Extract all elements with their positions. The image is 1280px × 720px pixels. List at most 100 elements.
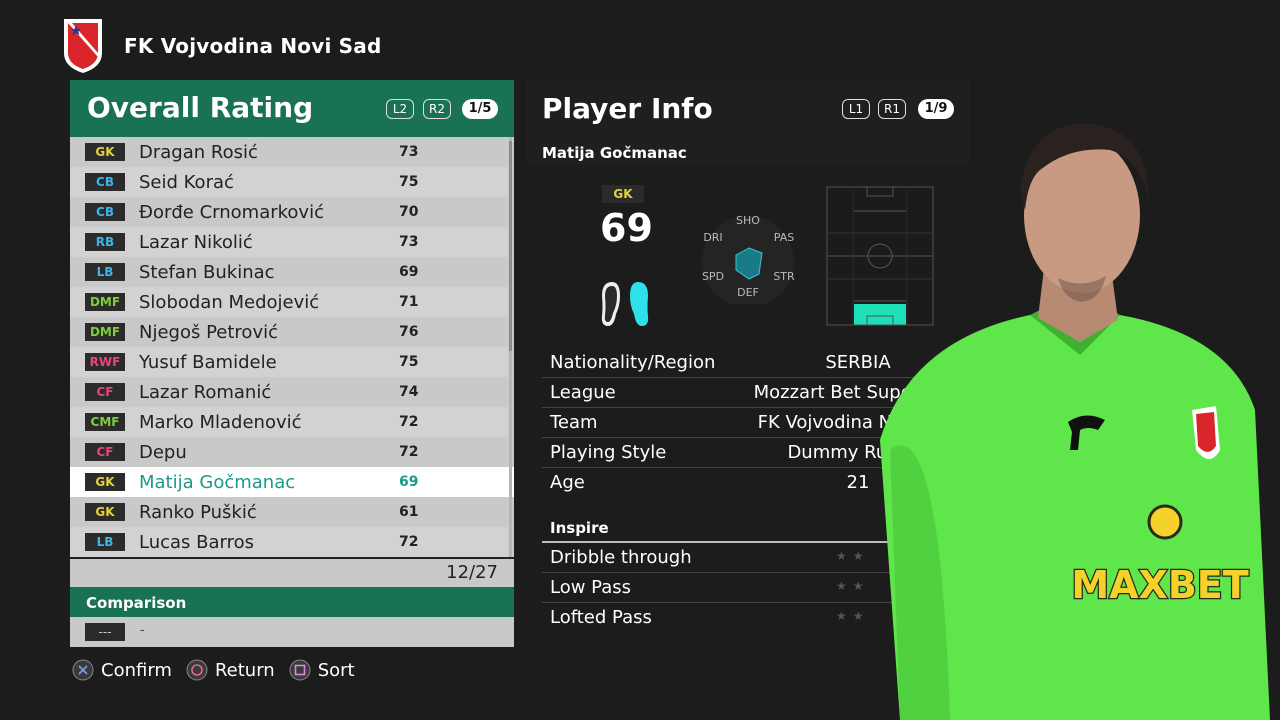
comparison-badge: --- [85, 623, 125, 641]
l2-button[interactable]: L2 [386, 99, 414, 119]
player-row[interactable]: CF Depu 72 [70, 437, 508, 467]
player-name: Dragan Rosić [139, 141, 258, 163]
inspire-title: Inspire [550, 519, 609, 537]
position-badge: RWF [85, 353, 125, 371]
player-row[interactable]: LB Stefan Bukinac 69 [70, 257, 508, 287]
comparison-value: - [140, 623, 145, 638]
club-header: FK Vojvodina Novi Sad [62, 17, 382, 75]
comparison-row[interactable]: --- - [70, 617, 514, 647]
inspire-label: Low Pass [550, 577, 631, 598]
player-rating: 61 [399, 504, 419, 520]
player-info-title: Player Info [542, 92, 713, 125]
position-badge: CF [85, 383, 125, 401]
player-count-bar: 12/27 [70, 557, 514, 587]
player-rating: 76 [399, 324, 419, 340]
square-button-icon [289, 659, 311, 681]
position-badge: LB [85, 263, 125, 281]
info-key: Age [550, 472, 585, 493]
player-position-badge: GK [602, 185, 644, 203]
r2-button[interactable]: R2 [423, 99, 451, 119]
player-row[interactable]: DMF Slobodan Medojević 71 [70, 287, 508, 317]
footedness-icon [601, 282, 649, 326]
player-name: Lazar Nikolić [139, 231, 253, 253]
player-name: Yusuf Bamidele [139, 351, 277, 373]
sort-label: Sort [317, 659, 355, 681]
player-name: Slobodan Medojević [139, 291, 320, 313]
player-row[interactable]: CMF Marko Mladenović 72 [70, 407, 508, 437]
radar-label-spd: SPD [702, 270, 724, 283]
player-name: Lazar Romanić [139, 381, 272, 403]
comparison-header: Comparison [70, 587, 514, 617]
player-name: Ranko Puškić [139, 501, 257, 523]
player-rating: 73 [399, 144, 419, 160]
player-rating: 75 [399, 174, 419, 190]
page-indicator: 1/5 [462, 99, 498, 119]
position-badge: DMF [85, 293, 125, 311]
l1-button[interactable]: L1 [842, 99, 870, 119]
player-rating: 72 [399, 414, 419, 430]
radar-label-pas: PAS [774, 231, 794, 244]
inspire-stars: ★★ [836, 609, 870, 623]
player-rating: 70 [399, 204, 419, 220]
confirm-hint[interactable]: Confirm [72, 659, 172, 681]
player-name: Njegoš Petrović [139, 321, 278, 343]
player-overall-rating: 69 [600, 206, 653, 250]
return-hint[interactable]: Return [186, 659, 275, 681]
player-row[interactable]: CB Đorđe Crnomarković 70 [70, 197, 508, 227]
overall-rating-header: Overall Rating L2 R2 1/5 [70, 80, 514, 137]
player-row[interactable]: RWF Yusuf Bamidele 75 [70, 347, 508, 377]
position-badge: CF [85, 443, 125, 461]
player-rating: 71 [399, 294, 419, 310]
player-list: LB Lucas Barros 72 GK Ranko Puškić 61 GK Matija… [70, 137, 514, 557]
info-key: Team [550, 412, 598, 433]
position-badge: GK [85, 503, 125, 521]
player-row[interactable]: CF Lazar Romanić 74 [70, 377, 508, 407]
player-rating: 69 [399, 474, 419, 490]
player-count: 12/27 [446, 562, 498, 583]
player-row[interactable]: LB Lucas Barros 72 [70, 527, 508, 557]
position-badge: GK [85, 473, 125, 491]
radar-label-def: DEF [737, 286, 759, 299]
player-rating: 75 [399, 354, 419, 370]
player-rating: 72 [399, 444, 419, 460]
player-name: Depu [139, 441, 187, 463]
position-badge: DMF [85, 323, 125, 341]
player-rating: 73 [399, 234, 419, 250]
player-name: Matija Gočmanac [139, 471, 296, 493]
inspire-stars: ★★ [836, 549, 870, 563]
radar-label-sho: SHO [736, 214, 760, 227]
position-badge: CB [85, 173, 125, 191]
player-rating: 69 [399, 264, 419, 280]
position-badge: CMF [85, 413, 125, 431]
sponsor-logo: MAXBET [1071, 563, 1248, 607]
radar-label-dri: DRI [703, 231, 722, 244]
club-crest-icon [64, 19, 102, 73]
info-key: Nationality/Region [550, 352, 716, 373]
radar-label-str: STR [773, 270, 795, 283]
player-portrait: MAXBET [880, 123, 1270, 720]
circle-button-icon [186, 659, 208, 681]
player-name: Seid Korać [139, 171, 234, 193]
inspire-label: Dribble through [550, 547, 692, 568]
position-badge: GK [85, 143, 125, 161]
overall-rating-panel: Overall Rating L2 R2 1/5 LB Lucas Barros 7… [70, 80, 514, 647]
button-hints: Confirm Return Sort [72, 659, 369, 681]
inspire-label: Lofted Pass [550, 607, 652, 628]
position-badge: RB [85, 233, 125, 251]
sort-hint[interactable]: Sort [289, 659, 355, 681]
player-row[interactable]: DMF Njegoš Petrović 76 [70, 317, 508, 347]
comparison-title: Comparison [86, 594, 187, 612]
club-name: FK Vojvodina Novi Sad [124, 34, 382, 58]
player-row[interactable]: RB Lazar Nikolić 73 [70, 227, 508, 257]
return-label: Return [214, 659, 275, 681]
player-row[interactable]: CB Seid Korać 75 [70, 167, 508, 197]
ability-radar: SHO PAS STR DEF SPD DRI [702, 214, 795, 304]
player-rating: 74 [399, 384, 419, 400]
player-name: Đorđe Crnomarković [139, 201, 324, 223]
player-row[interactable]: GK Ranko Puškić 61 [70, 497, 508, 527]
player-row[interactable]: GK Matija Gočmanac 69 [70, 467, 514, 497]
confirm-label: Confirm [101, 659, 172, 681]
player-name: Lucas Barros [139, 531, 255, 553]
scrollbar-thumb[interactable] [509, 141, 512, 351]
player-row[interactable]: GK Dragan Rosić 73 [70, 137, 508, 167]
